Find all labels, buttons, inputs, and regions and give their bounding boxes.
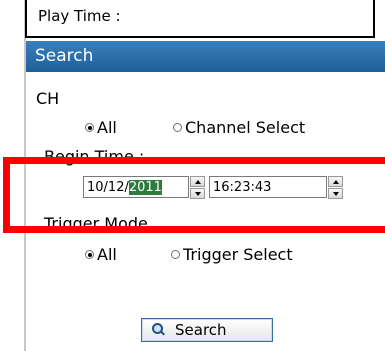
ch-channel-select-radio-circle[interactable]	[173, 123, 182, 132]
ch-channel-select-radio-label: Channel Select	[185, 118, 306, 137]
ch-channel-select-radio[interactable]: Channel Select	[173, 118, 305, 137]
trigger-all-radio-label: All	[97, 245, 117, 264]
ch-all-radio-label: All	[97, 118, 117, 137]
search-header: Search	[26, 41, 385, 72]
trigger-select-radio-circle[interactable]	[171, 250, 180, 259]
ch-label: CH	[36, 89, 60, 108]
trigger-all-radio[interactable]: All	[85, 245, 117, 264]
ch-all-radio-circle[interactable]	[85, 123, 94, 132]
ch-all-radio[interactable]: All	[85, 118, 117, 137]
trigger-all-radio-circle[interactable]	[85, 250, 94, 259]
search-button[interactable]: Search	[141, 318, 273, 342]
search-panel: Play Time : Search CH All Channel Select…	[0, 0, 385, 351]
playtime-label: Play Time :	[38, 7, 121, 25]
trigger-select-radio-label: Trigger Select	[183, 245, 293, 264]
playtime-box: Play Time :	[25, 0, 375, 38]
search-icon	[151, 323, 165, 337]
highlight-box	[3, 157, 385, 233]
trigger-select-radio[interactable]: Trigger Select	[171, 245, 293, 264]
search-button-label: Search	[175, 321, 227, 339]
search-header-label: Search	[35, 46, 94, 66]
